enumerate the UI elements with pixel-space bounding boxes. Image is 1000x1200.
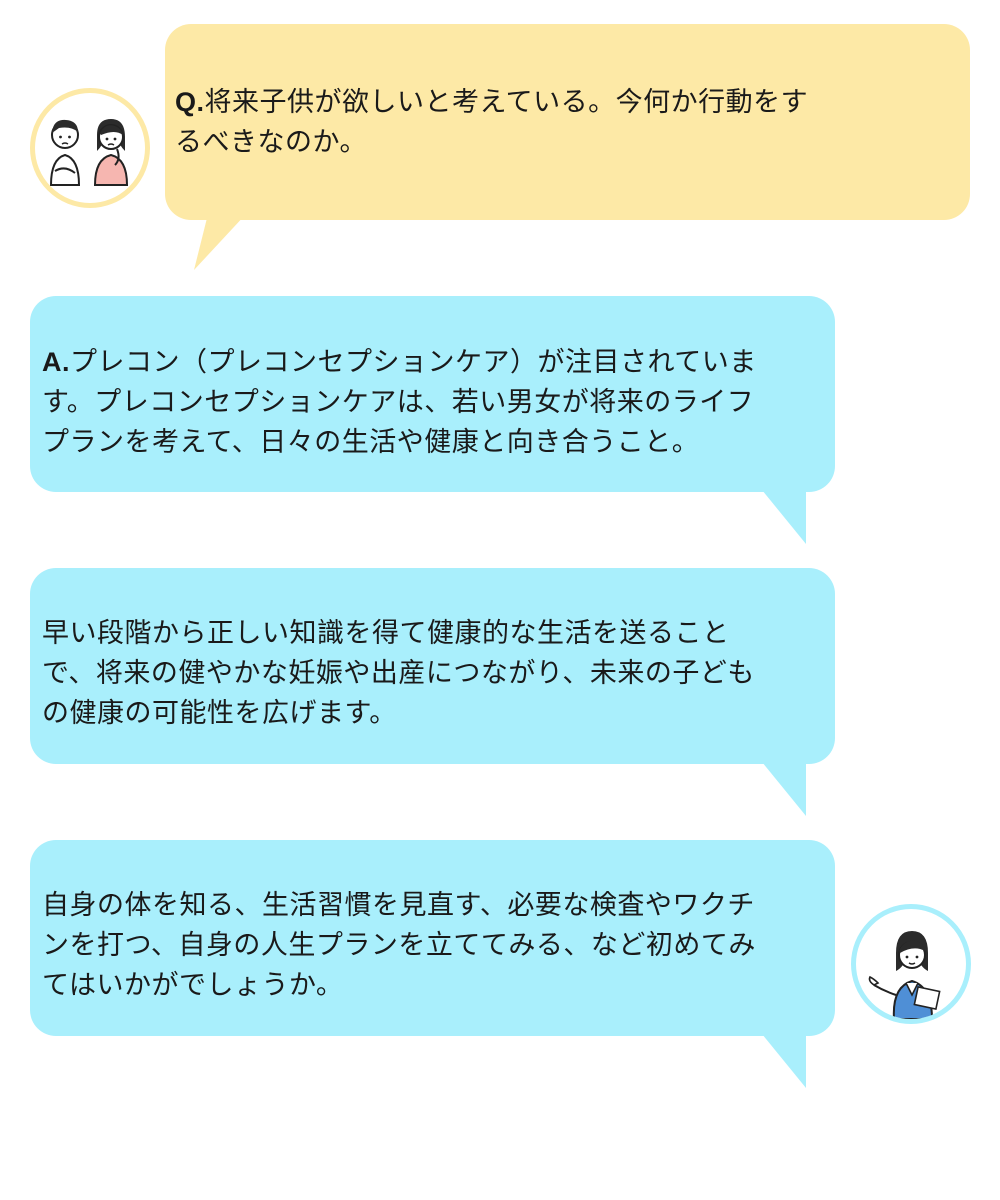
question-line: Q.将来子供が欲しいと考えている。今何か行動をす <box>175 87 809 118</box>
answer-text: 自身の体を知る、生活習慣を見直す、必要な検査やワクチ ンを打つ、自身の人生プラン… <box>42 886 756 1006</box>
answer-line: 自身の体を知る、生活習慣を見直す、必要な検査やワクチ <box>42 890 755 921</box>
question-text: Q.将来子供が欲しいと考えている。今何か行動をす るべきなのか。 <box>175 82 808 163</box>
answer-line: プランを考えて、日々の生活や健康と向き合うこと。 <box>42 427 700 458</box>
answer-bubble: A.プレコン（プレコンセプションケア）が注目されていま す。プレコンセプションケ… <box>30 296 835 492</box>
answer-text: 早い段階から正しい知識を得て健康的な生活を送ること で、将来の健やかな妊娠や出産… <box>42 614 755 734</box>
answer-bubble-tail <box>762 490 806 544</box>
question-label: Q. <box>175 87 205 117</box>
answer-line: A.プレコン（プレコンセプションケア）が注目されていま <box>42 347 757 378</box>
answer-line: で、将来の健やかな妊娠や出産につながり、未来の子ども <box>42 658 755 689</box>
answer-bubble: 自身の体を知る、生活習慣を見直す、必要な検査やワクチ ンを打つ、自身の人生プラン… <box>30 840 835 1036</box>
answer-bubble: 早い段階から正しい知識を得て健康的な生活を送ること で、将来の健やかな妊娠や出産… <box>30 568 835 764</box>
answer-line: ンを打つ、自身の人生プランを立ててみる、など初めてみ <box>42 930 756 961</box>
question-line: るべきなのか。 <box>175 127 367 158</box>
question-bubble: Q.将来子供が欲しいと考えている。今何か行動をす るべきなのか。 <box>165 24 970 220</box>
answer-label: A. <box>42 347 70 377</box>
answer-bubble-tail <box>762 1034 806 1088</box>
answer-bubble-tail <box>762 762 806 816</box>
answer-line: てはいかがでしょうか。 <box>42 970 344 1001</box>
answer-line: の健康の可能性を広げます。 <box>42 698 397 729</box>
question-bubble-tail <box>194 214 246 270</box>
answer-line: 早い段階から正しい知識を得て健康的な生活を送ること <box>42 618 730 649</box>
answer-line: す。プレコンセプションケアは、若い男女が将来のライフ <box>42 387 755 418</box>
advisor-woman-icon <box>851 904 971 1024</box>
answer-text: A.プレコン（プレコンセプションケア）が注目されていま す。プレコンセプションケ… <box>42 342 757 463</box>
couple-thinking-icon <box>30 88 150 208</box>
